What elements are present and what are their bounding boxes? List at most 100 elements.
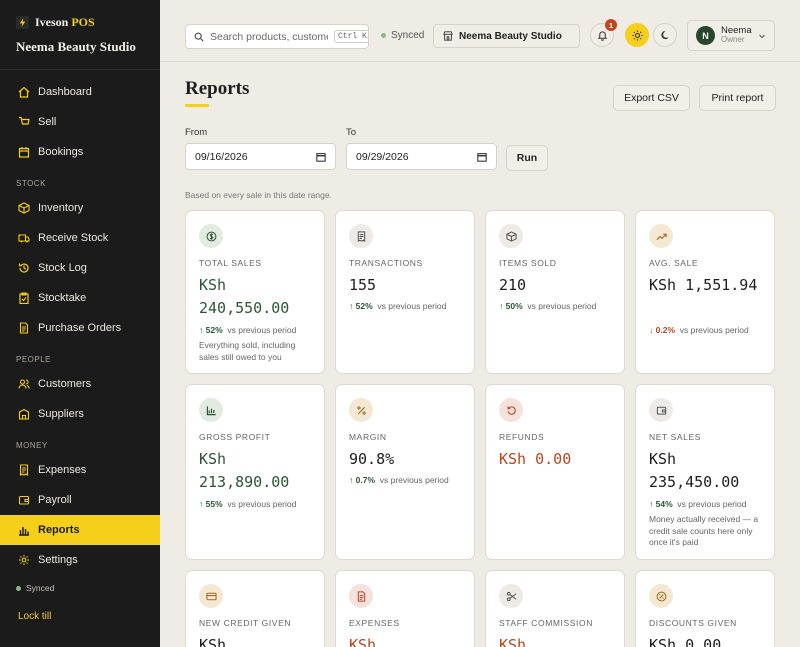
stat-card-avg-sale: AVG. SALE KSh 1,551.94 ↓ 0.2% vs previous … xyxy=(635,210,775,374)
logo-icon xyxy=(16,16,29,29)
sync-dot-icon xyxy=(381,33,386,38)
stat-card-margin: MARGIN 90.8% ↑ 0.7% vs previous period xyxy=(335,384,475,560)
stat-card-total-sales: TOTAL SALES KSh 240,550.00 ↑ 52% vs previo… xyxy=(185,210,325,374)
range-note: Based on every sale in this date range. xyxy=(185,190,332,200)
wallet-icon-badge xyxy=(649,398,673,422)
stat-label: TOTAL SALES xyxy=(199,258,262,268)
search-shortcut: Ctrl K xyxy=(334,30,368,43)
sidebar-item-dashboard[interactable]: Dashboard xyxy=(0,77,160,107)
sidebar-item-receive-stock[interactable]: Receive Stock xyxy=(0,223,160,253)
store-selector[interactable]: Neema Beauty Studio xyxy=(433,24,580,48)
to-date-input[interactable]: 09/29/2026 xyxy=(346,143,497,170)
run-button[interactable]: Run xyxy=(506,145,548,171)
card-icon xyxy=(205,592,217,600)
stat-value: 155 xyxy=(349,276,377,294)
arrow-up-icon: ↑ xyxy=(349,301,354,311)
sidebar-sync-status: Synced xyxy=(0,583,160,593)
discount-icon xyxy=(656,591,666,601)
sidebar-item-settings[interactable]: Settings xyxy=(0,545,160,575)
document-icon-badge xyxy=(349,584,373,608)
refund-icon-badge xyxy=(499,398,523,422)
scissors-icon xyxy=(506,591,516,601)
sidebar-item-label: Inventory xyxy=(38,202,84,214)
sidebar-item-sell[interactable]: Sell xyxy=(0,107,160,137)
user-role: Owner xyxy=(721,35,745,45)
calendar-icon xyxy=(477,152,487,162)
from-date-value: 09/16/2026 xyxy=(195,150,248,163)
stat-label: AVG. SALE xyxy=(649,258,699,268)
stat-card-net-sales: NET SALES KSh 235,450.00 ↑ 54% vs previous… xyxy=(635,384,775,560)
stat-card-new-credit-given: NEW CREDIT GIVEN KSh xyxy=(185,570,325,647)
sidebar-item-inventory[interactable]: Inventory xyxy=(0,193,160,223)
document-icon xyxy=(19,322,29,334)
sidebar-item-stocktake[interactable]: Stocktake xyxy=(0,283,160,313)
stat-delta: ↑ 52% vs previous period xyxy=(199,325,297,335)
stat-card-transactions: TRANSACTIONS 155 ↑ 52% vs previous period xyxy=(335,210,475,374)
print-report-button[interactable]: Print report xyxy=(699,85,776,111)
arrow-up-icon: ↑ xyxy=(349,475,354,485)
box-icon xyxy=(18,202,30,214)
sidebar-item-suppliers[interactable]: Suppliers xyxy=(0,399,160,429)
dollar-icon-badge xyxy=(199,224,223,248)
arrow-up-icon: ↑ xyxy=(499,301,504,311)
from-label: From xyxy=(185,127,208,138)
receipt-icon xyxy=(19,464,29,476)
stat-label: GROSS PROFIT xyxy=(199,432,271,442)
sidebar-item-customers[interactable]: Customers xyxy=(0,369,160,399)
scissors-icon-badge xyxy=(499,584,523,608)
title-underline xyxy=(185,104,209,107)
from-date-input[interactable]: 09/16/2026 xyxy=(185,143,336,170)
calendar-icon xyxy=(316,152,326,162)
dark-mode-button[interactable] xyxy=(653,23,677,47)
sidebar-item-label: Receive Stock xyxy=(38,232,109,244)
sidebar-item-label: Stocktake xyxy=(38,292,87,304)
sidebar-item-expenses[interactable]: Expenses xyxy=(0,455,160,485)
bell-icon xyxy=(597,30,607,41)
page-title: Reports xyxy=(185,78,250,99)
user-menu[interactable]: N Neema Owner xyxy=(687,20,775,51)
sidebar-item-payroll[interactable]: Payroll xyxy=(0,485,160,515)
search-bar[interactable]: Ctrl K xyxy=(185,24,369,49)
sidebar-item-label: Suppliers xyxy=(38,408,84,420)
home-icon xyxy=(18,86,30,98)
stat-value: KSh 1,551.94 xyxy=(649,276,758,294)
sync-status: Synced xyxy=(381,30,424,41)
sidebar-item-label: Settings xyxy=(38,554,78,566)
nav-section-money: MONEY xyxy=(16,441,48,450)
calendar-icon xyxy=(18,147,30,158)
stat-delta: ↑ 50% vs previous period xyxy=(499,301,597,311)
moon-icon xyxy=(660,30,668,39)
trend-up-icon xyxy=(656,233,667,240)
notification-badge: 1 xyxy=(605,19,617,31)
sidebar-item-bookings[interactable]: Bookings xyxy=(0,137,160,167)
stat-delta: ↑ 52% vs previous period xyxy=(349,301,447,311)
export-csv-button[interactable]: Export CSV xyxy=(613,85,690,111)
stat-card-items-sold: ITEMS SOLD 210 ↑ 50% vs previous period xyxy=(485,210,625,374)
sidebar-item-label: Purchase Orders xyxy=(38,322,122,334)
arrow-up-icon: ↑ xyxy=(199,499,204,509)
sidebar-item-reports[interactable]: Reports xyxy=(0,515,160,545)
document-icon xyxy=(357,590,365,602)
history-icon xyxy=(18,263,29,273)
arrow-down-icon: ↓ xyxy=(649,325,654,335)
stat-label: NEW CREDIT GIVEN xyxy=(199,618,292,628)
truck-icon xyxy=(18,234,30,243)
stat-value: 210 xyxy=(499,276,527,294)
stat-label: DISCOUNTS GIVEN xyxy=(649,618,737,628)
wallet-icon xyxy=(18,495,30,505)
sidebar-item-label: Stock Log xyxy=(38,262,87,274)
notifications-button[interactable]: 1 xyxy=(590,19,617,47)
bar-chart-icon xyxy=(19,527,29,536)
stat-note: Money actually received — a credit sale … xyxy=(649,514,759,547)
search-input[interactable] xyxy=(210,30,328,43)
nav-section-people: PEOPLE xyxy=(16,355,52,364)
stat-card-refunds: REFUNDS KSh 0.00 xyxy=(485,384,625,560)
discount-icon-badge xyxy=(649,584,673,608)
lock-till-button[interactable]: Lock till xyxy=(18,611,51,622)
sidebar-item-purchase-orders[interactable]: Purchase Orders xyxy=(0,313,160,343)
stat-card-staff-commission: STAFF COMMISSION KSh xyxy=(485,570,625,647)
sidebar-item-stock-log[interactable]: Stock Log xyxy=(0,253,160,283)
sidebar-item-label: Customers xyxy=(38,378,92,390)
light-mode-button[interactable] xyxy=(625,23,649,47)
trend-up-icon-badge xyxy=(649,224,673,248)
